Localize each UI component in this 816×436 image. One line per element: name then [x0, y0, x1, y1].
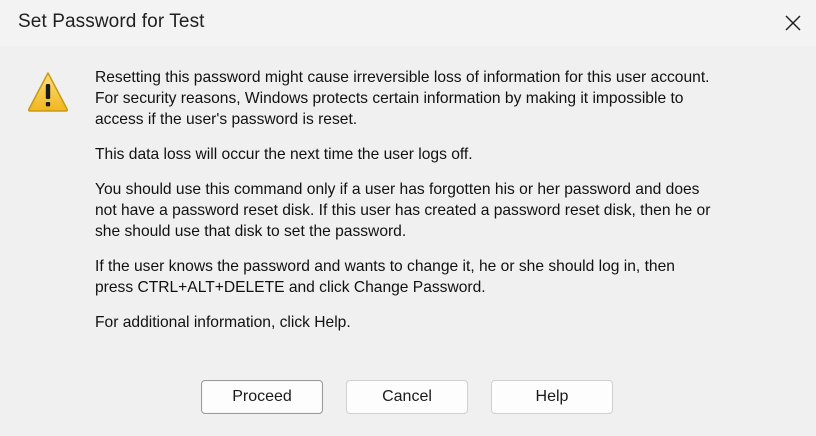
cancel-button[interactable]: Cancel	[346, 380, 468, 414]
message-paragraph-3: You should use this command only if a us…	[95, 181, 711, 240]
dialog-content: Resetting this password might cause irre…	[0, 46, 816, 436]
title-bar: Set Password for Test	[0, 0, 816, 46]
warning-icon	[27, 72, 69, 112]
message-paragraph-1: Resetting this password might cause irre…	[95, 69, 710, 128]
help-button[interactable]: Help	[491, 380, 613, 414]
dialog-title: Set Password for Test	[18, 11, 205, 32]
proceed-button[interactable]: Proceed	[201, 380, 323, 414]
message-paragraph-2: This data loss will occur the next time …	[95, 146, 473, 163]
message-paragraph-4: If the user knows the password and wants…	[95, 258, 675, 296]
set-password-dialog: Set Password for Test Resetting this pas…	[0, 0, 816, 436]
message-paragraph-5: For additional information, click Help.	[95, 314, 351, 331]
close-icon	[785, 15, 801, 31]
button-row: Proceed Cancel Help	[0, 380, 816, 416]
message-text: Resetting this password might cause irre…	[95, 67, 795, 347]
close-button[interactable]	[770, 0, 816, 46]
